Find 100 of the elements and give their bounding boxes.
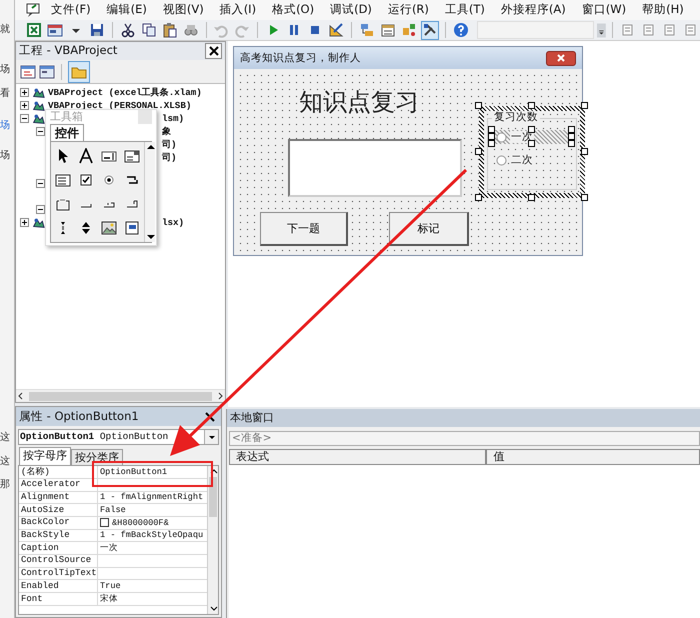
close-button[interactable] [546, 50, 576, 66]
menu-item[interactable]: 编辑(E) [100, 3, 153, 17]
tab[interactable]: 控件 [50, 124, 84, 142]
background-text: 看 [0, 88, 10, 100]
property-value[interactable]: False [100, 504, 126, 516]
text-box[interactable] [288, 139, 462, 197]
tree-item[interactable]: VBAProject (excel工具条.xlam) [48, 86, 202, 99]
find-icon[interactable] [182, 22, 199, 38]
resize-handle[interactable] [528, 102, 535, 109]
view-code-icon[interactable] [20, 64, 36, 80]
toolbox-icon[interactable] [422, 22, 438, 38]
userform-icon[interactable] [47, 22, 63, 38]
tree-item[interactable]: lsm) [162, 112, 184, 125]
background-text: 这 [0, 456, 10, 468]
scrollbar-thumb[interactable] [209, 477, 217, 518]
resize-handle[interactable] [475, 194, 482, 201]
cut-icon[interactable] [120, 22, 136, 38]
property-name[interactable]: ControlSource [19, 555, 98, 567]
expand-icon[interactable] [20, 218, 29, 227]
property-value[interactable]: OptionButton1 [100, 466, 168, 478]
label-tool-icon[interactable] [78, 148, 94, 164]
menu-item[interactable]: 工具(T) [438, 3, 491, 17]
caret-icon[interactable] [208, 433, 216, 441]
tree-item[interactable]: 司) [162, 138, 177, 151]
menu-item[interactable]: 窗口(W) [576, 3, 632, 17]
resize-handle[interactable] [475, 102, 482, 109]
property-name[interactable]: (名称) [19, 466, 98, 478]
radio-button[interactable] [496, 154, 507, 166]
background-text: 这 [0, 432, 10, 444]
collapse-icon[interactable] [36, 127, 45, 136]
menu-item[interactable]: 调试(D) [324, 3, 378, 17]
toolbar-grip-icon[interactable] [597, 20, 606, 40]
background-text: 场 [0, 64, 10, 76]
property-value[interactable]: 一次 [100, 542, 118, 554]
column-header[interactable]: 值 [486, 449, 700, 465]
collapse-icon[interactable] [36, 179, 45, 188]
properties-icon[interactable] [380, 22, 396, 38]
property-value[interactable]: 1 - fmBackStyleOpaqu [100, 529, 204, 542]
property-name[interactable]: Font [19, 593, 98, 605]
project-explorer-icon[interactable] [358, 22, 375, 38]
property-name[interactable]: BackColor [19, 516, 98, 529]
project-icon[interactable] [31, 86, 45, 100]
menu-item[interactable]: 视图(V) [156, 3, 210, 17]
property-name[interactable]: Alignment [19, 492, 98, 504]
background-text: 那 [0, 479, 10, 491]
project-icon[interactable] [31, 216, 45, 230]
checkbox-tool-icon[interactable] [78, 172, 94, 188]
property-value[interactable]: &H8000000F& [112, 516, 169, 529]
radio-button[interactable] [496, 132, 507, 142]
list-box-tool-icon[interactable] [55, 172, 71, 188]
view-object-icon[interactable] [39, 64, 55, 80]
window-title: 工具箱 [50, 110, 83, 124]
property-name[interactable]: BackStyle [19, 530, 98, 542]
resize-handle[interactable] [581, 194, 588, 201]
menu-item[interactable]: 文件(F) [45, 3, 97, 17]
form-button[interactable]: 下一题 [260, 212, 348, 246]
save-icon[interactable] [89, 22, 105, 38]
form-button[interactable]: 标记 [389, 212, 469, 246]
combo-box-tool-icon[interactable] [124, 148, 140, 164]
collapse-icon[interactable] [36, 205, 45, 214]
collapse-icon[interactable] [20, 114, 29, 123]
property-name[interactable]: AutoSize [19, 504, 98, 516]
window-title: 属性 - OptionButton1 [19, 410, 139, 424]
project-icon[interactable] [31, 112, 45, 126]
property-name[interactable]: Caption [19, 542, 98, 554]
project-icon[interactable] [31, 98, 45, 112]
tree-item[interactable]: 象 [162, 125, 171, 138]
object-browser-icon[interactable] [400, 22, 417, 38]
menu-item[interactable]: 运行(R) [382, 3, 435, 17]
menu-item[interactable]: 插入(I) [214, 3, 262, 17]
copy-icon[interactable] [140, 22, 157, 38]
property-name[interactable]: Accelerator [19, 478, 98, 491]
menu-item[interactable]: 格式(O) [266, 3, 320, 17]
property-name[interactable]: Enabled [19, 580, 98, 592]
help-icon[interactable] [452, 22, 469, 38]
tab[interactable]: 按字母序 [19, 447, 71, 466]
tree-item[interactable]: 司) [162, 151, 177, 164]
ref-edit-tool-icon[interactable] [124, 220, 140, 236]
scrollbar-thumb[interactable] [29, 392, 212, 400]
property-value[interactable]: 1 - fmAlignmentRight [100, 491, 204, 504]
form-title: 高考知识点复习，制作人 [240, 52, 361, 64]
resize-handle[interactable] [581, 102, 588, 109]
menu-item[interactable]: 帮助(H) [636, 3, 690, 17]
property-name[interactable]: ControlTipText [19, 568, 98, 580]
expand-icon[interactable] [20, 88, 29, 97]
expand-icon[interactable] [20, 101, 29, 110]
design-mode-icon[interactable] [328, 22, 344, 38]
editor-icon[interactable] [25, 2, 41, 18]
property-value[interactable]: 宋体 [100, 592, 118, 605]
property-value[interactable]: True [100, 580, 121, 592]
tree-item[interactable]: VBAProject (PERSONAL.XLSB) [48, 99, 192, 112]
column-header[interactable]: 表达式 [229, 449, 486, 465]
tree-item[interactable]: lsx) [162, 216, 184, 229]
menu-item[interactable]: 外接程序(A) [494, 3, 572, 17]
image-tool-icon[interactable] [101, 220, 117, 236]
excel-icon[interactable] [26, 22, 42, 38]
window-title: 本地窗口 [230, 411, 274, 425]
paste-icon[interactable] [162, 22, 178, 38]
resize-handle[interactable] [528, 194, 535, 201]
object-dropdown[interactable]: OptionButton1 OptionButton [18, 429, 219, 445]
